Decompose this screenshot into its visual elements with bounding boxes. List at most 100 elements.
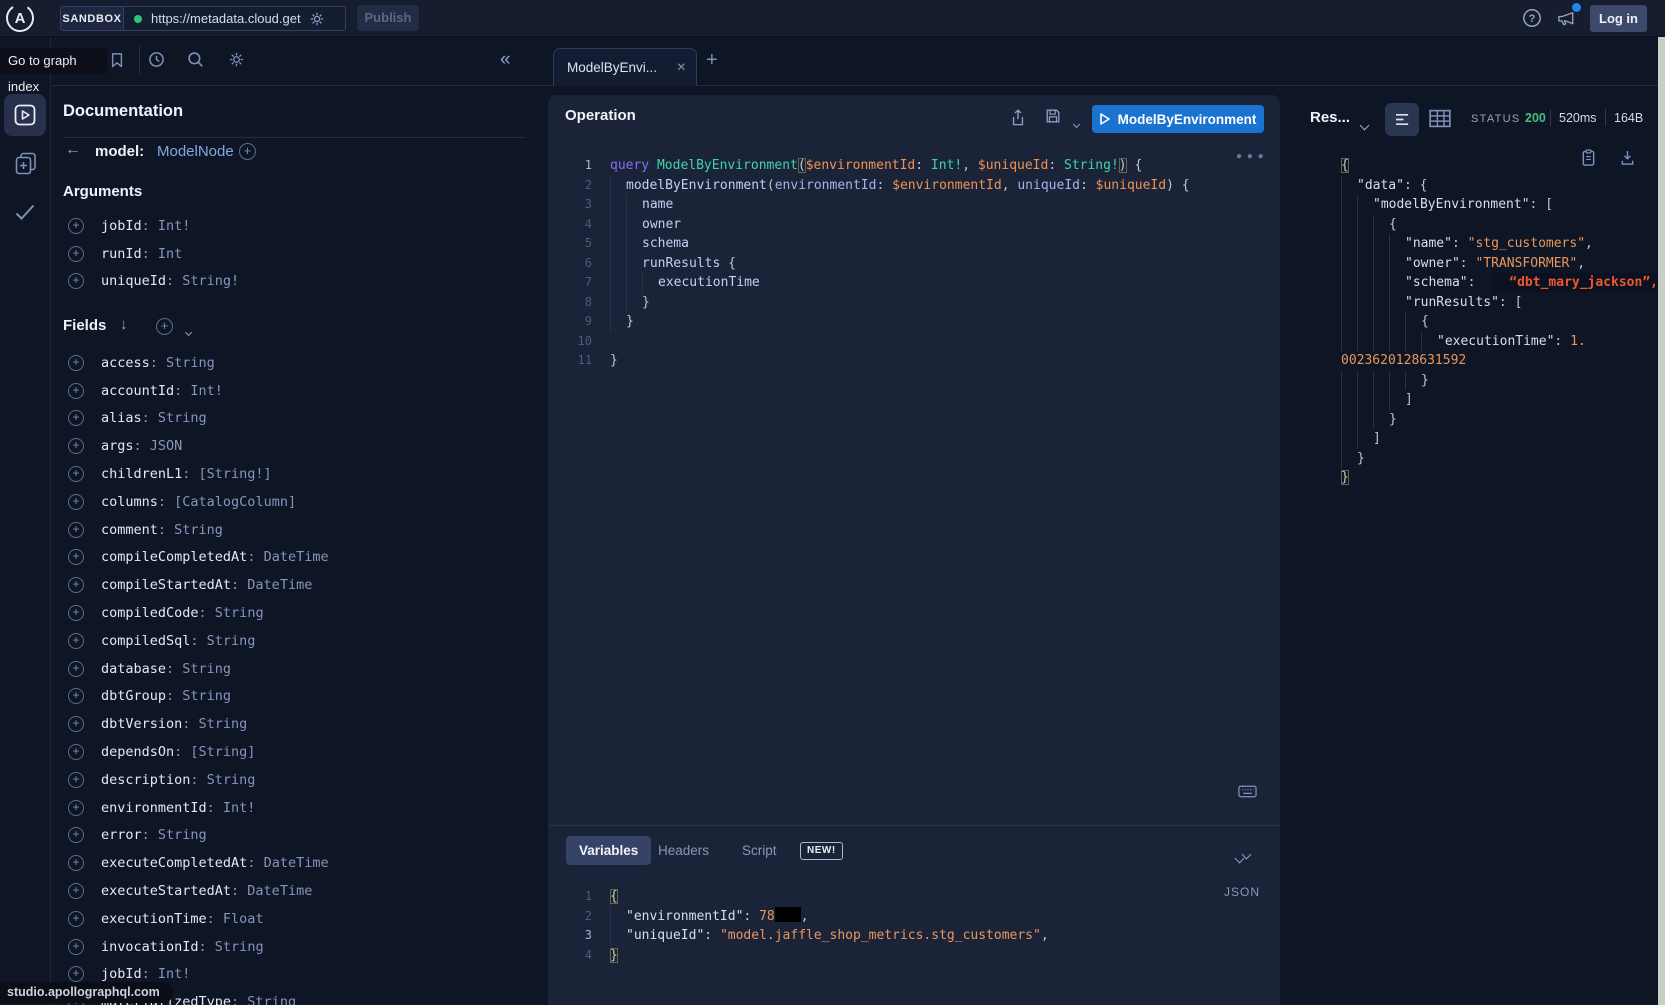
add-to-query-icon[interactable]: +: [68, 355, 84, 371]
field-row[interactable]: +compileCompletedAt: DateTime: [63, 544, 523, 572]
add-to-query-icon[interactable]: +: [68, 883, 84, 899]
field-row[interactable]: +executeStartedAt: DateTime: [63, 877, 523, 905]
field-row[interactable]: +accountId: Int!: [63, 377, 523, 405]
add-to-query-icon[interactable]: +: [68, 911, 84, 927]
add-to-query-icon[interactable]: +: [68, 800, 84, 816]
help-icon[interactable]: ?: [1522, 8, 1542, 28]
tab-headers[interactable]: Headers: [658, 843, 709, 858]
saved-operations-bookmark-icon[interactable]: [110, 51, 124, 69]
keyboard-shortcuts-icon[interactable]: [1238, 785, 1257, 798]
response-view-raw-icon[interactable]: [1385, 103, 1419, 136]
login-button[interactable]: Log in: [1590, 5, 1647, 32]
field-row[interactable]: +executeCompletedAt: DateTime: [63, 849, 523, 877]
tab-modelbyenvironment[interactable]: ModelByEnvi... ×: [553, 48, 697, 86]
argument-row[interactable]: +jobId: Int!: [63, 212, 523, 240]
field-row[interactable]: +access: String: [63, 349, 523, 377]
field-row[interactable]: +invocationId: String: [63, 933, 523, 961]
field-row[interactable]: +database: String: [63, 655, 523, 683]
field-row[interactable]: +compileStartedAt: DateTime: [63, 571, 523, 599]
field-row[interactable]: +args: JSON: [63, 432, 523, 460]
add-to-query-icon[interactable]: +: [68, 273, 84, 289]
search-icon[interactable]: [187, 51, 204, 68]
add-to-query-icon[interactable]: +: [68, 688, 84, 704]
field-row[interactable]: +childrenL1: [String!]: [63, 460, 523, 488]
field-row[interactable]: +dbtVersion: String: [63, 710, 523, 738]
add-to-query-icon[interactable]: +: [68, 772, 84, 788]
new-tab-icon[interactable]: +: [706, 49, 718, 72]
field-row[interactable]: +error: String: [63, 822, 523, 850]
field-row[interactable]: +executionTime: Float: [63, 905, 523, 933]
explorer-tab-icon[interactable]: [4, 94, 46, 136]
save-options-chevron-icon[interactable]: [1074, 114, 1079, 132]
field-row-type: : Int!: [207, 800, 256, 816]
field-row[interactable]: +dbtGroup: String: [63, 683, 523, 711]
response-json-viewer[interactable]: {"data": {"modelByEnvironment": [{"name"…: [1295, 156, 1655, 488]
tab-variables[interactable]: Variables: [566, 836, 651, 865]
collapse-panel-icon[interactable]: «: [500, 49, 511, 71]
field-row[interactable]: +environmentId: Int!: [63, 794, 523, 822]
add-to-query-icon[interactable]: +: [68, 383, 84, 399]
add-to-query-icon[interactable]: +: [68, 716, 84, 732]
argument-row[interactable]: +uniqueId: String!: [63, 268, 523, 296]
add-to-query-icon[interactable]: +: [68, 661, 84, 677]
schema-sdl-icon[interactable]: [14, 151, 38, 176]
browser-scrollbar-strip[interactable]: [1658, 36, 1665, 1005]
fields-list: +access: String+accountId: Int!+alias: S…: [63, 349, 523, 1005]
settings-gear-icon[interactable]: [228, 51, 245, 68]
add-to-query-icon[interactable]: +: [68, 855, 84, 871]
run-history-icon[interactable]: [148, 51, 165, 68]
field-row[interactable]: +compiledSql: String: [63, 627, 523, 655]
share-operation-icon[interactable]: [1010, 108, 1026, 127]
field-row-name: columns: [101, 494, 158, 510]
collapse-section-double-chevron-icon[interactable]: [1236, 845, 1250, 863]
apollo-logo-icon[interactable]: A: [5, 3, 35, 33]
field-row[interactable]: +dependsOn: [String]: [63, 738, 523, 766]
add-to-query-icon[interactable]: +: [68, 466, 84, 482]
response-chevron-icon[interactable]: [1361, 116, 1368, 134]
response-dropdown[interactable]: Res...: [1310, 109, 1350, 126]
add-to-query-icon[interactable]: +: [68, 633, 84, 649]
add-to-query-icon[interactable]: +: [68, 605, 84, 621]
add-to-query-icon[interactable]: +: [68, 827, 84, 843]
endpoint-settings-gear-icon[interactable]: [309, 11, 325, 27]
graphql-editor[interactable]: 1query ModelByEnvironment($environmentId…: [548, 156, 1280, 371]
add-to-query-icon[interactable]: +: [68, 438, 84, 454]
field-row[interactable]: +columns: [CatalogColumn]: [63, 488, 523, 516]
chevron-down-icon[interactable]: [186, 322, 191, 340]
back-arrow-icon[interactable]: ←: [65, 141, 81, 159]
field-row[interactable]: +compiledCode: String: [63, 599, 523, 627]
add-to-query-icon[interactable]: +: [68, 549, 84, 565]
field-row-name: dbtGroup: [101, 688, 166, 704]
argument-row[interactable]: +runId: Int: [63, 240, 523, 268]
add-to-query-icon[interactable]: +: [68, 939, 84, 955]
code-line: {: [1323, 156, 1655, 176]
publish-button[interactable]: Publish: [357, 5, 419, 31]
add-to-query-icon[interactable]: +: [68, 966, 84, 982]
argument-row-type: : Int: [142, 246, 183, 262]
tab-script[interactable]: Script: [742, 843, 777, 858]
add-to-query-icon[interactable]: +: [68, 522, 84, 538]
run-operation-button[interactable]: ModelByEnvironment: [1092, 105, 1264, 133]
doc-type-link[interactable]: ModelNode: [157, 143, 234, 160]
add-to-query-icon[interactable]: +: [68, 744, 84, 760]
add-to-query-icon[interactable]: +: [68, 494, 84, 510]
field-row[interactable]: +comment: String: [63, 516, 523, 544]
go-to-graph-index-tooltip: Go to graph index: [0, 48, 107, 74]
checks-icon[interactable]: [13, 203, 38, 223]
add-to-query-icon[interactable]: +: [68, 577, 84, 593]
tab-close-icon[interactable]: ×: [677, 59, 686, 77]
variables-editor[interactable]: 1{2"environmentId": 78,3"uniqueId": "mod…: [548, 887, 1280, 965]
endpoint-url-field[interactable]: https://metadata.cloud.get: [124, 6, 346, 31]
add-to-query-icon[interactable]: +: [68, 246, 84, 262]
field-row[interactable]: +description: String: [63, 766, 523, 794]
save-icon[interactable]: [1045, 108, 1061, 124]
sort-fields-icon[interactable]: ↓: [120, 316, 128, 333]
add-all-fields-icon[interactable]: +: [156, 317, 173, 335]
add-to-query-icon[interactable]: +: [68, 410, 84, 426]
add-to-query-icon[interactable]: +: [68, 218, 84, 234]
endpoint-url[interactable]: https://metadata.cloud.get: [151, 11, 309, 26]
add-type-icon[interactable]: +: [239, 142, 256, 160]
field-row-type: : [String]: [174, 744, 255, 760]
field-row[interactable]: +alias: String: [63, 405, 523, 433]
response-view-table-icon[interactable]: [1428, 108, 1452, 129]
